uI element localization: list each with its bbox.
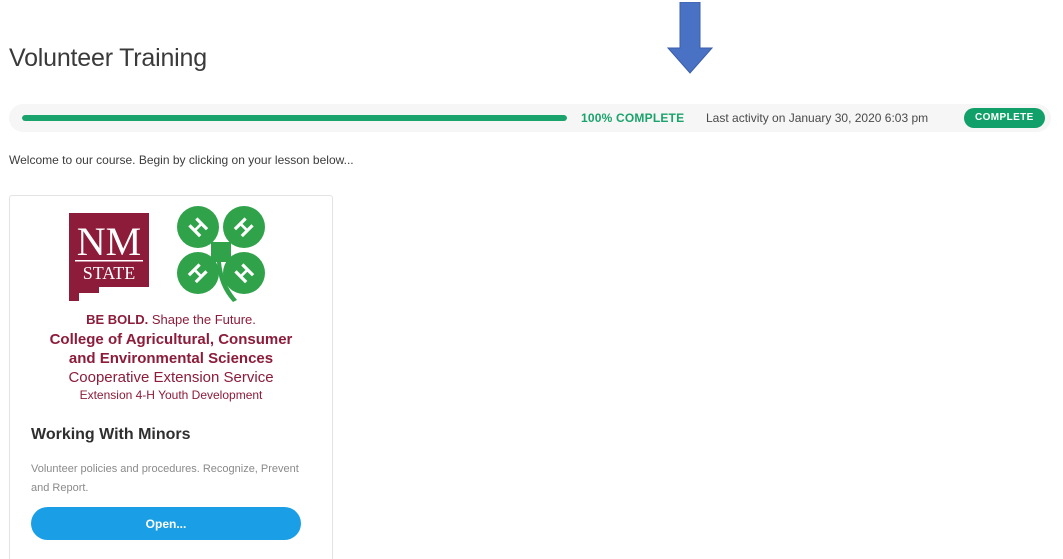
course-progress-bar: 100% COMPLETE Last activity on January 3… [9, 104, 1051, 132]
open-lesson-button[interactable]: Open... [31, 507, 301, 540]
brand-tagline: BE BOLD. Shape the Future. [86, 312, 256, 327]
four-h-clover-logo: H H H H [177, 206, 265, 302]
svg-text:STATE: STATE [83, 263, 136, 283]
brand-program-name: Extension 4-H Youth Development [79, 388, 263, 402]
page-title: Volunteer Training [9, 44, 207, 72]
lesson-card[interactable]: NM STATE H H H H BE BOLD. Shape the Futu… [9, 195, 333, 559]
progress-percent-label: 100% COMPLETE [581, 111, 685, 125]
brand-college-name: College of Agricultural, Consumer and En… [49, 331, 293, 367]
lesson-title: Working With Minors [31, 426, 191, 443]
progress-track [22, 115, 567, 121]
nmstate-logo: NM STATE [69, 213, 149, 301]
lesson-description: Volunteer policies and procedures. Recog… [31, 463, 299, 494]
last-activity-text: Last activity on January 30, 2020 6:03 p… [706, 111, 929, 125]
lesson-card-image: NM STATE H H H H BE BOLD. Shape the Futu… [10, 196, 332, 414]
down-arrow-icon [667, 2, 713, 74]
progress-fill [22, 115, 567, 121]
status-badge: COMPLETE [964, 108, 1045, 128]
brand-service-name: Cooperative Extension Service [68, 369, 274, 386]
svg-text:NM: NM [77, 219, 141, 264]
welcome-text: Welcome to our course. Begin by clicking… [9, 153, 354, 167]
